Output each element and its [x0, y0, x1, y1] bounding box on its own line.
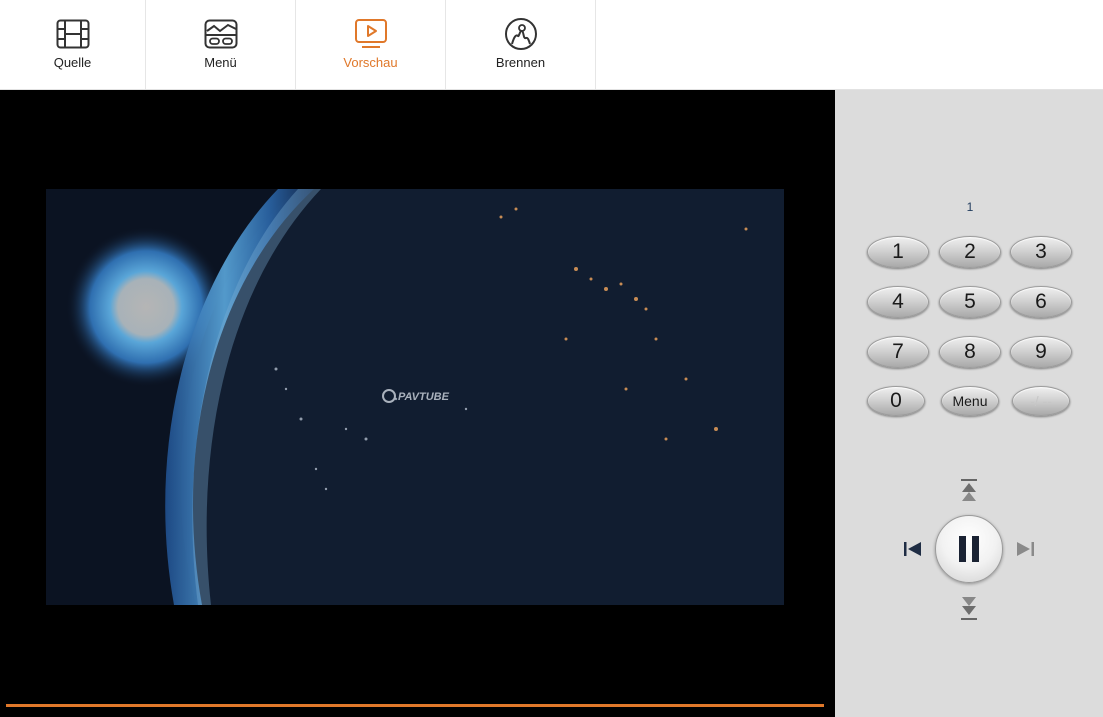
- tab-label: Quelle: [53, 55, 92, 70]
- tab-label: Menü: [204, 55, 237, 70]
- next-icon[interactable]: [1015, 541, 1035, 562]
- digit-toggle-button: -/ --: [1012, 386, 1070, 416]
- key-0[interactable]: 0: [867, 386, 925, 416]
- key-4[interactable]: 4: [867, 286, 929, 318]
- earth-night-image: PAVTUBE: [46, 189, 784, 605]
- playback-progress-bar[interactable]: [6, 704, 824, 707]
- tab-label: Vorschau: [343, 55, 398, 70]
- key-3[interactable]: 3: [1010, 236, 1072, 268]
- tab-brennen[interactable]: Brennen: [446, 0, 596, 89]
- menu-layout-icon: [203, 17, 239, 51]
- preview-play-icon: [353, 17, 389, 51]
- pause-icon: [959, 536, 979, 562]
- remote-display: 1: [966, 200, 974, 214]
- video-preview-area: PAVTUBE: [0, 90, 835, 717]
- tab-menu[interactable]: Menü: [146, 0, 296, 89]
- top-tab-bar: Quelle Menü Vorschau Brennen: [0, 0, 1103, 90]
- key-9[interactable]: 9: [1010, 336, 1072, 368]
- chapter-up-icon[interactable]: [960, 478, 978, 511]
- tab-label: Brennen: [495, 55, 546, 70]
- remote-control-panel: 1 1 2 3 4 5 6 7 8 9 0 Menu -/ --: [835, 90, 1103, 717]
- key-7[interactable]: 7: [867, 336, 929, 368]
- previous-icon[interactable]: [903, 541, 923, 562]
- key-6[interactable]: 6: [1010, 286, 1072, 318]
- tab-vorschau[interactable]: Vorschau: [296, 0, 446, 89]
- key-8[interactable]: 8: [939, 336, 1001, 368]
- disc-burn-icon: [503, 17, 539, 51]
- pause-button[interactable]: [935, 515, 1003, 583]
- key-2[interactable]: 2: [939, 236, 1001, 268]
- chapter-down-icon[interactable]: [960, 593, 978, 626]
- film-icon: [55, 17, 91, 51]
- menu-button[interactable]: Menu: [941, 386, 999, 416]
- preview-frame[interactable]: PAVTUBE: [46, 189, 784, 605]
- watermark-text: PAVTUBE: [398, 391, 450, 403]
- key-1[interactable]: 1: [867, 236, 929, 268]
- tab-quelle[interactable]: Quelle: [0, 0, 146, 89]
- key-5[interactable]: 5: [939, 286, 1001, 318]
